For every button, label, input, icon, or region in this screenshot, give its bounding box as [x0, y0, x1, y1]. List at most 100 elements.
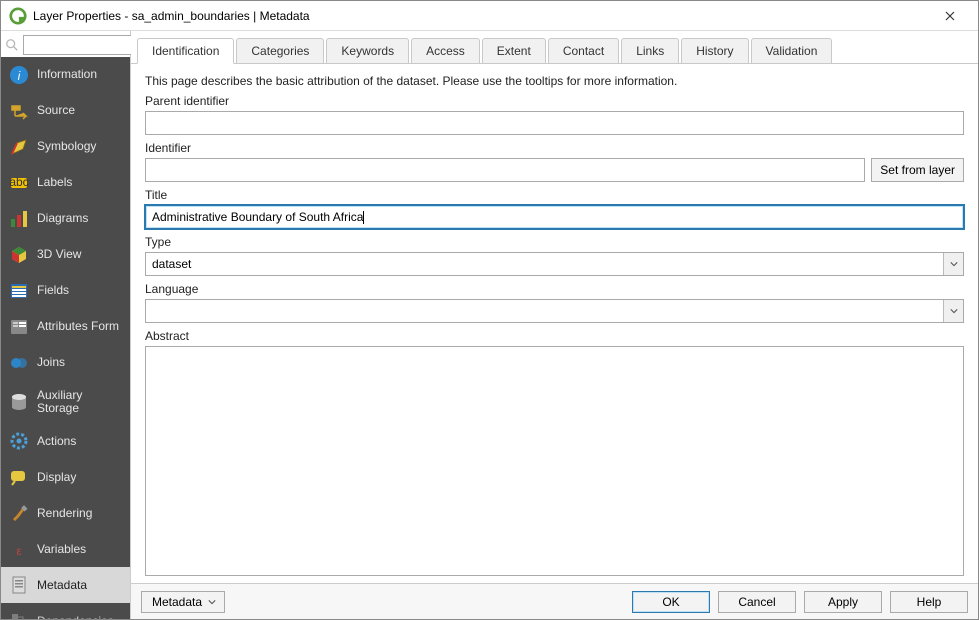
sidebar-item-label: Metadata: [37, 579, 87, 592]
sidebar-item-label: Fields: [37, 284, 69, 297]
sidebar-item-fields[interactable]: Fields: [1, 273, 130, 309]
tab-validation[interactable]: Validation: [751, 38, 833, 63]
tab-label: Keywords: [341, 44, 394, 58]
sidebar-item-label: Joins: [37, 356, 65, 369]
tab-label: Categories: [251, 44, 309, 58]
chevron-down-icon[interactable]: [943, 253, 963, 275]
labels-icon: abc: [9, 173, 29, 193]
sidebar-item-auxiliary-storage[interactable]: Auxiliary Storage: [1, 381, 130, 423]
language-select[interactable]: [145, 299, 964, 323]
sidebar-item-label: 3D View: [37, 248, 81, 261]
body: i Information Source Symbology abc Label…: [1, 31, 978, 619]
sidebar-item-diagrams[interactable]: Diagrams: [1, 201, 130, 237]
sidebar-item-dependencies[interactable]: Dependencies: [1, 603, 130, 619]
left-column: i Information Source Symbology abc Label…: [1, 31, 131, 619]
sidebar-item-label: Diagrams: [37, 212, 88, 225]
chevron-down-icon[interactable]: [943, 300, 963, 322]
tab-label: Identification: [152, 44, 219, 58]
sidebar-item-actions[interactable]: Actions: [1, 423, 130, 459]
info-icon: i: [9, 65, 29, 85]
sidebar-item-rendering[interactable]: Rendering: [1, 495, 130, 531]
sidebar-item-label: Symbology: [37, 140, 96, 153]
sidebar-item-label: Source: [37, 104, 75, 117]
sidebar[interactable]: i Information Source Symbology abc Label…: [1, 57, 130, 619]
sidebar-item-label: Information: [37, 68, 97, 81]
metadata-menu-label: Metadata: [152, 595, 202, 609]
cancel-button[interactable]: Cancel: [718, 591, 796, 613]
database-icon: [9, 392, 29, 412]
tab-access[interactable]: Access: [411, 38, 480, 63]
language-label: Language: [145, 282, 964, 296]
sidebar-item-label: Rendering: [37, 507, 92, 520]
epsilon-icon: ε: [9, 539, 29, 559]
sidebar-item-label: Attributes Form: [37, 320, 119, 333]
metadata-menu-button[interactable]: Metadata: [141, 591, 225, 613]
tab-label: History: [696, 44, 733, 58]
titlebar: Layer Properties - sa_admin_boundaries |…: [1, 1, 978, 31]
sidebar-item-metadata[interactable]: Metadata: [1, 567, 130, 603]
title-input[interactable]: Administrative Boundary of South Africa: [145, 205, 964, 229]
sidebar-item-attributes-form[interactable]: Attributes Form: [1, 309, 130, 345]
sidebar-item-display[interactable]: Display: [1, 459, 130, 495]
display-icon: [9, 467, 29, 487]
sidebar-item-3dview[interactable]: 3D View: [1, 237, 130, 273]
identifier-label: Identifier: [145, 141, 964, 155]
parent-identifier-label: Parent identifier: [145, 94, 964, 108]
sidebar-item-label: Actions: [37, 435, 76, 448]
title-input-value: Administrative Boundary of South Africa: [152, 210, 363, 224]
search-icon: [5, 38, 19, 52]
sidebar-item-variables[interactable]: ε Variables: [1, 531, 130, 567]
identifier-input[interactable]: [145, 158, 865, 182]
footer: Metadata OK Cancel Apply Help: [131, 583, 978, 619]
parent-identifier-input[interactable]: [145, 111, 964, 135]
cube-icon: [9, 245, 29, 265]
form-description: This page describes the basic attributio…: [145, 74, 964, 88]
dependencies-icon: [9, 611, 29, 619]
tab-label: Access: [426, 44, 465, 58]
sidebar-item-label: Display: [37, 471, 76, 484]
sidebar-item-source[interactable]: Source: [1, 93, 130, 129]
joins-icon: [9, 353, 29, 373]
sidebar-item-label: Labels: [37, 176, 72, 189]
sidebar-item-label: Auxiliary Storage: [37, 389, 122, 415]
sidebar-item-joins[interactable]: Joins: [1, 345, 130, 381]
apply-button[interactable]: Apply: [804, 591, 882, 613]
metadata-icon: [9, 575, 29, 595]
type-select-value[interactable]: [145, 252, 964, 276]
language-select-value[interactable]: [145, 299, 964, 323]
sidebar-item-information[interactable]: i Information: [1, 57, 130, 93]
gear-icon: [9, 431, 29, 451]
diagrams-icon: [9, 209, 29, 229]
sidebar-item-label: Variables: [37, 543, 86, 556]
type-label: Type: [145, 235, 964, 249]
sidebar-item-labels[interactable]: abc Labels: [1, 165, 130, 201]
tab-links[interactable]: Links: [621, 38, 679, 63]
tab-identification[interactable]: Identification: [137, 38, 234, 64]
sidebar-item-label: Dependencies: [37, 615, 114, 619]
tab-categories[interactable]: Categories: [236, 38, 324, 63]
ok-button[interactable]: OK: [632, 591, 710, 613]
tab-contact[interactable]: Contact: [548, 38, 619, 63]
brush-icon: [9, 503, 29, 523]
search-row: [1, 31, 130, 57]
svg-text:i: i: [18, 69, 21, 83]
tab-label: Links: [636, 44, 664, 58]
abstract-textarea[interactable]: [145, 346, 964, 576]
window: Layer Properties - sa_admin_boundaries |…: [0, 0, 979, 620]
window-title: Layer Properties - sa_admin_boundaries |…: [33, 9, 930, 23]
source-icon: [9, 101, 29, 121]
abstract-label: Abstract: [145, 329, 964, 343]
sidebar-item-symbology[interactable]: Symbology: [1, 129, 130, 165]
form-area: This page describes the basic attributio…: [131, 64, 978, 583]
qgis-icon: [9, 7, 27, 25]
set-from-layer-button[interactable]: Set from layer: [871, 158, 964, 182]
tab-label: Validation: [766, 44, 818, 58]
help-button[interactable]: Help: [890, 591, 968, 613]
tab-extent[interactable]: Extent: [482, 38, 546, 63]
type-select[interactable]: [145, 252, 964, 276]
symbology-icon: [9, 137, 29, 157]
tab-history[interactable]: History: [681, 38, 748, 63]
tab-keywords[interactable]: Keywords: [326, 38, 409, 63]
window-close-button[interactable]: [930, 2, 970, 30]
right-column: Identification Categories Keywords Acces…: [131, 31, 978, 619]
